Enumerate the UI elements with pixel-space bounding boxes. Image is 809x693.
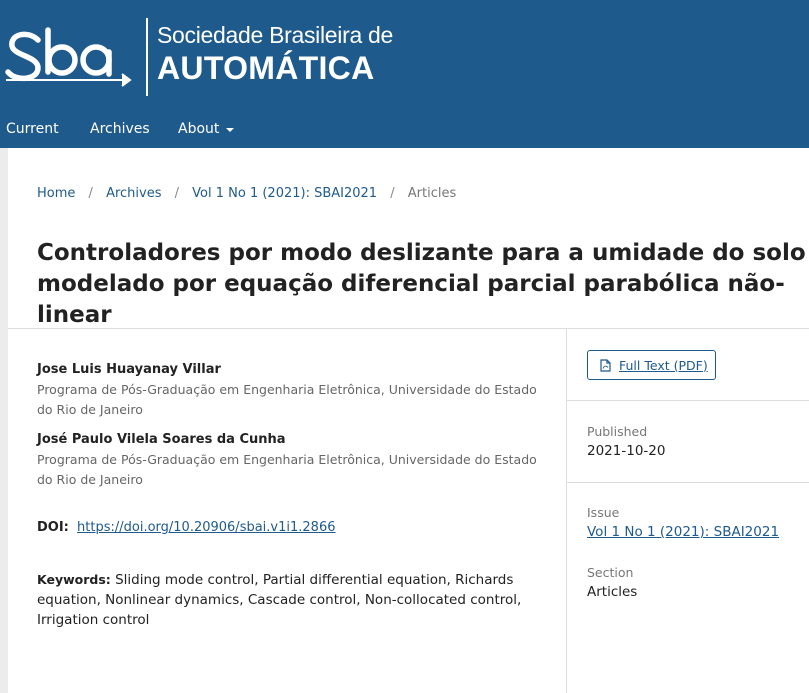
nav-archives[interactable]: Archives <box>90 110 150 148</box>
nav-current[interactable]: Current <box>6 110 59 148</box>
author-affiliation: Programa de Pós-Graduação em Engenharia … <box>37 452 537 487</box>
caret-down-icon <box>226 128 235 132</box>
breadcrumb-separator: / <box>88 186 93 201</box>
keywords: Keywords: Sliding mode control, Partial … <box>37 570 537 630</box>
breadcrumb-archives[interactable]: Archives <box>106 186 161 201</box>
breadcrumb-issue[interactable]: Vol 1 No 1 (2021): SBAI2021 <box>192 186 377 201</box>
issue-link[interactable]: Vol 1 No 1 (2021): SBAI2021 <box>587 524 779 540</box>
logo-text-line1: Sociedade Brasileira de <box>157 22 394 48</box>
full-text-pdf-label: Full Text (PDF) <box>619 357 708 373</box>
section-value: Articles <box>587 584 638 600</box>
divider-horizontal <box>567 400 809 401</box>
breadcrumb: Home / Archives / Vol 1 No 1 (2021): SBA… <box>37 186 456 201</box>
author-name: Jose Luis Huayanay Villar <box>37 362 221 377</box>
keywords-label: Keywords: <box>37 572 111 587</box>
divider-horizontal <box>8 328 809 329</box>
divider-vertical <box>566 329 567 693</box>
breadcrumb-separator: / <box>390 186 395 201</box>
divider-horizontal <box>567 482 809 483</box>
published-value: 2021-10-20 <box>587 443 666 459</box>
doi-link[interactable]: https://doi.org/10.20906/sbai.v1i1.2866 <box>77 520 335 535</box>
issue-label: Issue <box>587 505 620 520</box>
nav-about[interactable]: About <box>178 110 235 148</box>
author-affiliation: Programa de Pós-Graduação em Engenharia … <box>37 382 537 417</box>
section-label: Section <box>587 565 634 580</box>
site-header: Sociedade Brasileira de AUTOMÁTICA Curre… <box>0 0 809 148</box>
article-page: Home / Archives / Vol 1 No 1 (2021): SBA… <box>8 148 809 693</box>
logo-divider <box>146 18 148 96</box>
breadcrumb-separator: / <box>174 186 180 201</box>
published-label: Published <box>587 424 648 439</box>
nav-about-label: About <box>178 121 220 137</box>
pdf-file-icon <box>600 358 611 372</box>
sba-logo-mark-icon <box>5 27 132 87</box>
breadcrumb-current: Articles <box>407 186 457 201</box>
site-logo[interactable]: Sociedade Brasileira de AUTOMÁTICA <box>4 14 404 98</box>
logo-text-line2: AUTOMÁTICA <box>157 50 375 86</box>
breadcrumb-home[interactable]: Home <box>37 186 75 201</box>
article-title: Controladores por modo deslizante para a… <box>37 240 806 328</box>
author-name: José Paulo Vilela Soares da Cunha <box>37 432 286 447</box>
doi-label: DOI: <box>37 520 69 535</box>
full-text-pdf-button[interactable]: Full Text (PDF) <box>587 350 716 380</box>
doi-row: DOI: https://doi.org/10.20906/sbai.v1i1.… <box>37 520 336 535</box>
